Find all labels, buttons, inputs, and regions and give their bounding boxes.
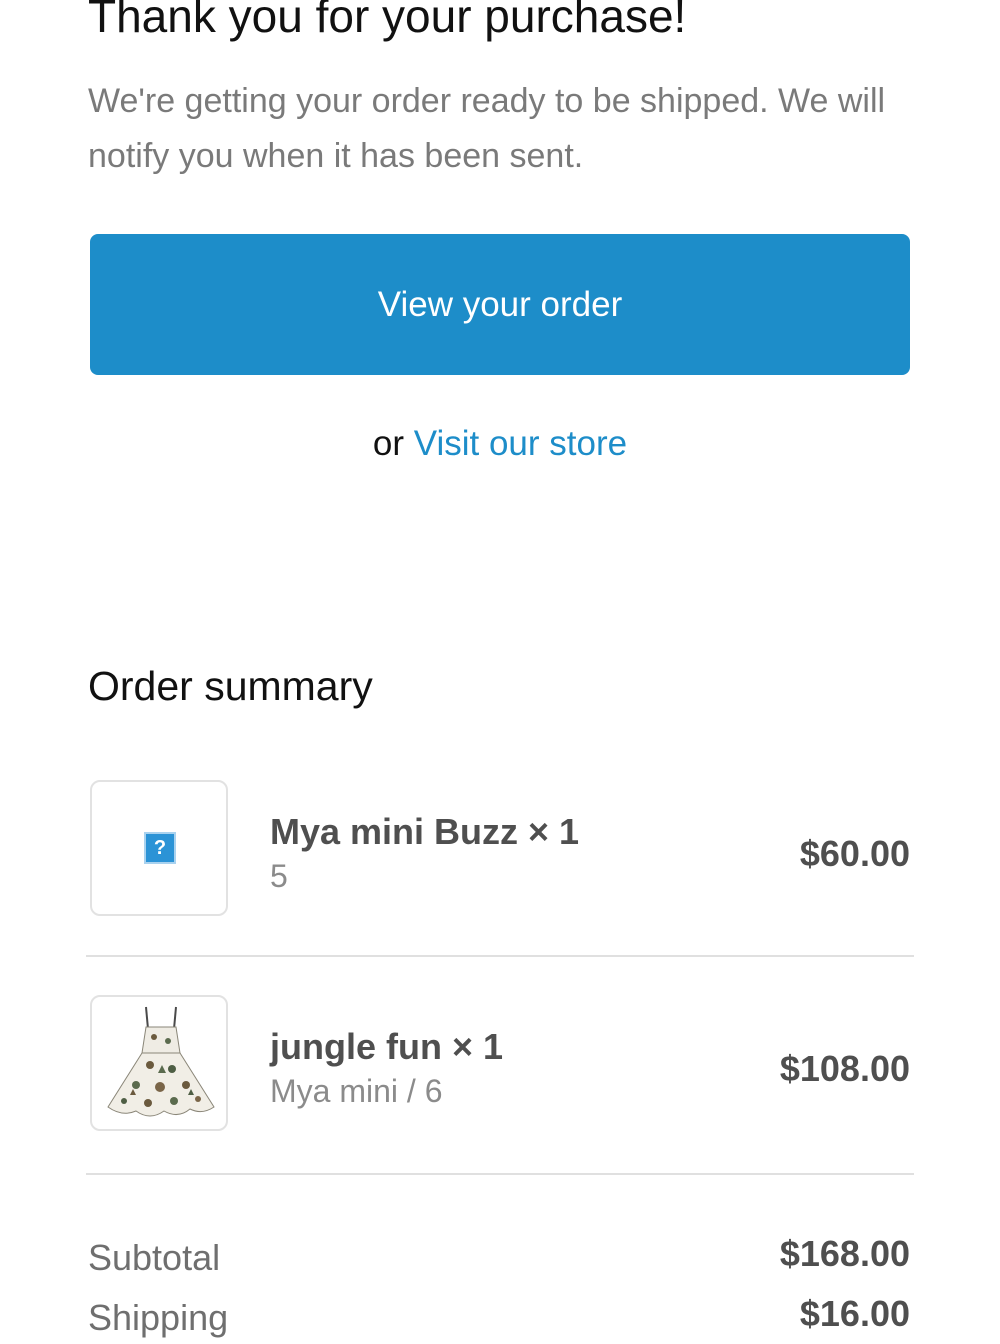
subtotal-label: Subtotal: [88, 1237, 221, 1278]
dress-image: [107, 1006, 215, 1117]
order-status-message: We're getting your order ready to be shi…: [88, 82, 886, 175]
subtotal-row: Subtotal $168.00: [88, 1233, 910, 1284]
item-name: jungle fun × 1: [270, 1026, 504, 1067]
item-price: $60.00: [799, 833, 910, 874]
shipping-label: Shipping: [88, 1297, 229, 1338]
view-order-button[interactable]: View your order: [90, 234, 910, 375]
visit-store-link[interactable]: Visit our store: [414, 424, 627, 463]
subtotal-value: $168.00: [779, 1233, 910, 1274]
shipping-value: $16.00: [799, 1293, 910, 1334]
order-summary-title: Order summary: [88, 663, 373, 709]
store-link-line: or Visit our store: [0, 420, 1000, 468]
shipping-row: Shipping $16.00: [88, 1293, 910, 1344]
page-title: Thank you for your purchase!: [88, 0, 687, 42]
divider: [86, 1173, 914, 1175]
item-variant: Mya mini / 6: [270, 1073, 443, 1109]
divider: [86, 955, 914, 957]
item-price: $108.00: [779, 1048, 910, 1089]
item-variant: 5: [270, 858, 288, 894]
product-thumbnail: [90, 995, 228, 1131]
item-name: Mya mini Buzz × 1: [270, 811, 580, 852]
product-thumbnail: ?: [90, 780, 228, 916]
or-text: or: [372, 424, 405, 463]
view-order-label: View your order: [377, 284, 623, 324]
missing-image-icon: ?: [144, 832, 176, 864]
order-item: jungle fun × 1 Mya mini / 6 $108.00: [90, 995, 910, 1135]
order-item: ? Mya mini Buzz × 1 5 $60.00: [90, 780, 910, 920]
